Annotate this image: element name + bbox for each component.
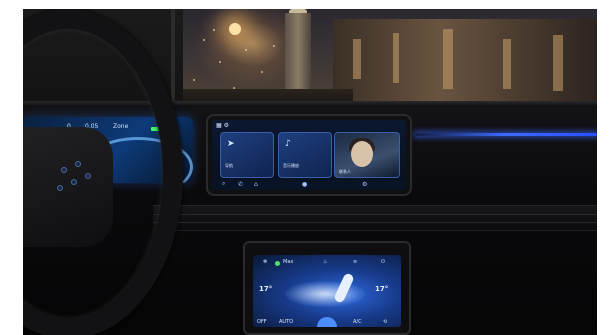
wheel-button — [57, 185, 63, 191]
vent-slat — [153, 214, 597, 215]
street-pole — [171, 9, 175, 101]
defrost-icon[interactable]: ♨ — [323, 259, 327, 265]
seat-heat-icon[interactable]: ≋ — [353, 259, 357, 265]
right-temperature[interactable]: 17° — [375, 285, 388, 293]
music-icon: ♪ — [285, 139, 291, 149]
window-light — [553, 35, 563, 91]
window-light — [393, 33, 399, 83]
left-temperature[interactable]: 17° — [259, 285, 272, 293]
recirculate-icon[interactable]: ⟲ — [383, 319, 387, 325]
street-lamp — [229, 23, 241, 35]
car-interior-photo: 0 0.05 Zone ▦ ⚙ ➤ 导航 ♪ 音乐播放 联系人 ⌕ — [23, 9, 597, 335]
wheel-button — [85, 173, 91, 179]
ac-button[interactable]: A/C — [353, 319, 362, 325]
rain-drop — [203, 39, 205, 41]
window-light — [353, 39, 361, 79]
airflow-graphic — [285, 281, 365, 307]
contact-card[interactable]: 联系人 — [334, 132, 400, 178]
rain-drop — [273, 45, 275, 47]
card-label: 联系人 — [339, 169, 351, 174]
app-dock: ⌕ ✆ ⌂ ● ⚙ — [212, 180, 406, 190]
rain-drop — [261, 71, 263, 73]
card-label: 导航 — [225, 163, 233, 168]
window-light — [443, 29, 453, 89]
center-touchscreen[interactable]: ▦ ⚙ ➤ 导航 ♪ 音乐播放 联系人 ⌕ ✆ ⌂ ● ⚙ — [212, 120, 406, 190]
building-right — [333, 19, 597, 109]
window-light — [503, 39, 511, 89]
search-icon[interactable]: ⌕ — [222, 180, 225, 188]
climate-touchscreen[interactable]: ✻ Max ♨ ≋ ⏻ 17° 17° OFF AUTO A/C ⟲ — [253, 255, 401, 327]
power-icon[interactable]: ⏻ — [381, 259, 385, 265]
home-icon[interactable]: ⌂ — [254, 181, 258, 188]
rain-drop — [233, 87, 235, 89]
air-vent — [153, 205, 597, 231]
auto-button[interactable]: AUTO — [279, 319, 293, 325]
contact-avatar — [351, 141, 373, 167]
status-indicator — [275, 261, 280, 266]
wheel-button — [75, 161, 81, 167]
rain-drop — [219, 61, 221, 63]
navigation-icon: ➤ — [227, 139, 235, 149]
wheel-button — [71, 179, 77, 185]
ambient-light-strip — [415, 133, 597, 136]
card-label: 音乐播放 — [283, 163, 299, 168]
steering-wheel-hub — [23, 127, 113, 247]
rain-drop — [193, 79, 195, 81]
phone-icon[interactable]: ✆ — [238, 181, 243, 188]
rain-drop — [245, 49, 247, 51]
fan-icon[interactable]: ✻ — [263, 259, 267, 265]
settings-icon[interactable]: ⚙ — [362, 181, 367, 188]
vent-slat — [153, 222, 597, 223]
grid-icon[interactable]: ▦ ⚙ — [216, 122, 229, 129]
wheel-button — [61, 167, 67, 173]
card-music[interactable]: ♪ 音乐播放 — [278, 132, 332, 178]
off-button[interactable]: OFF — [257, 319, 267, 325]
card-navigation[interactable]: ➤ 导航 — [220, 132, 274, 178]
record-icon[interactable]: ● — [302, 181, 307, 188]
climate-status-label: Max — [283, 259, 294, 265]
fan-speed-dial[interactable] — [317, 317, 337, 327]
rain-drop — [213, 29, 215, 31]
